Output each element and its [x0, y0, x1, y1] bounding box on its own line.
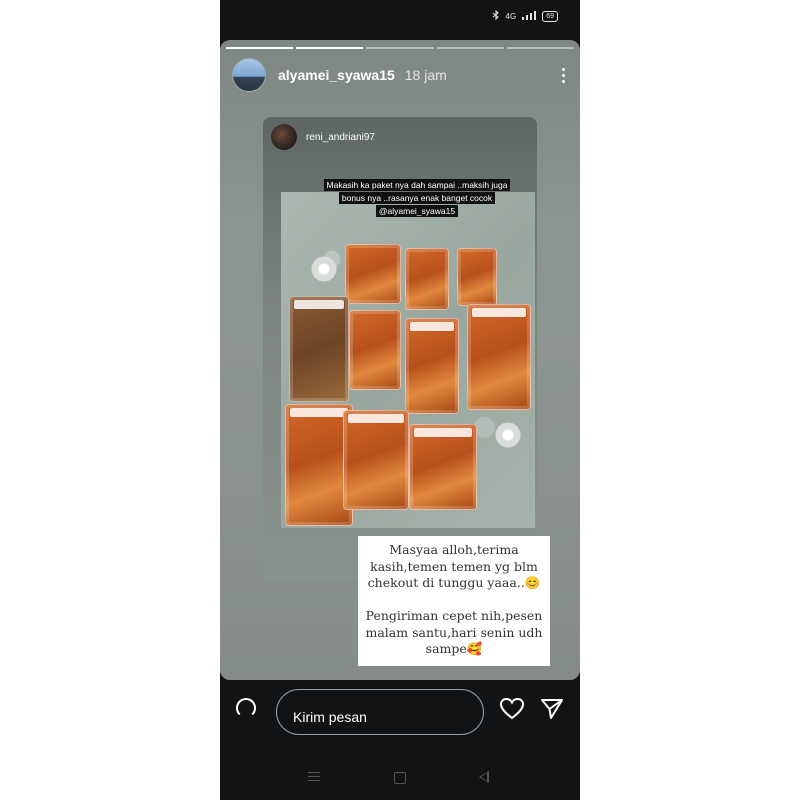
product-bag [349, 310, 401, 390]
battery-indicator: 69 [542, 10, 558, 22]
status-icons: 4G 69 [492, 9, 558, 22]
message-input[interactable]: Kirim pesan [276, 689, 484, 735]
signal-icon [522, 10, 537, 22]
home-icon[interactable] [394, 772, 406, 784]
product-bag [409, 424, 477, 510]
phone-screen: 4G 69 alyamei_syawa15 18 jam reni_andria… [220, 0, 580, 800]
avatar[interactable] [232, 58, 266, 92]
shared-post-avatar[interactable] [271, 124, 297, 150]
progress-segment [366, 47, 434, 49]
story-progress [226, 47, 575, 49]
product-bag [405, 248, 449, 310]
network-label: 4G [505, 11, 517, 21]
system-navigation-bar [220, 760, 580, 800]
camera-icon[interactable] [236, 698, 256, 718]
story-username[interactable]: alyamei_syawa15 [278, 67, 395, 83]
product-bag [467, 304, 531, 410]
heart-icon[interactable] [499, 697, 525, 725]
story-time: 18 jam [404, 67, 447, 83]
send-icon[interactable] [540, 698, 564, 725]
progress-segment [436, 47, 504, 49]
product-photo [281, 192, 535, 528]
tablecloth-flower [491, 418, 525, 452]
product-bag [343, 410, 409, 510]
product-bag [345, 244, 401, 304]
more-options-icon[interactable] [558, 67, 568, 83]
product-bag [289, 296, 349, 402]
story-header: alyamei_syawa15 18 jam [232, 58, 568, 92]
progress-segment [296, 47, 364, 49]
shared-story-card[interactable]: reni_andriani97 Makasih ka paket nya dah… [263, 117, 537, 581]
shared-post-username[interactable]: reni_andriani97 [306, 132, 375, 143]
progress-segment [226, 47, 294, 49]
reply-bar: Kirim pesan [220, 684, 580, 744]
product-bag [405, 318, 459, 414]
bluetooth-icon [492, 9, 500, 22]
status-bar: 4G 69 [220, 0, 580, 36]
menu-icon[interactable] [308, 772, 320, 784]
story-container[interactable]: alyamei_syawa15 18 jam reni_andriani97 M… [220, 40, 580, 680]
shared-post-header: reni_andriani97 [271, 124, 375, 150]
back-icon[interactable] [479, 771, 489, 783]
story-text-note: Masyaa alloh,terima kasih,temen temen yg… [358, 536, 550, 666]
tablecloth-flower [307, 252, 341, 286]
progress-segment [506, 47, 575, 49]
shared-post-caption: Makasih ka paket nya dah sampai ..maksih… [317, 179, 517, 218]
product-bag [457, 248, 497, 306]
